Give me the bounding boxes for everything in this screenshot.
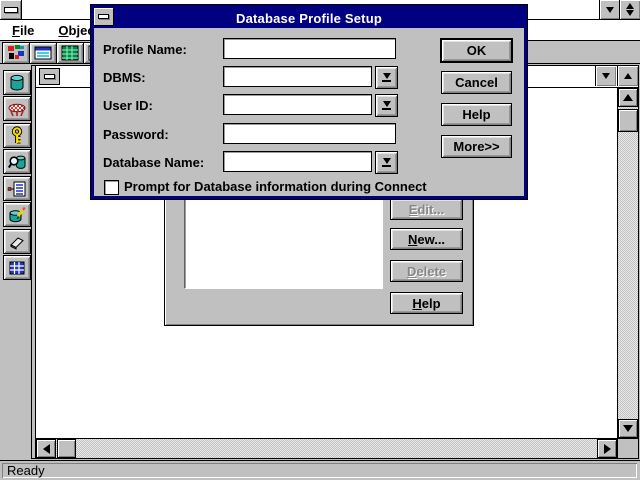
new-button[interactable]: New... <box>390 228 463 250</box>
help-button[interactable]: Help <box>441 103 512 126</box>
user-id-input[interactable] <box>223 94 372 115</box>
menu-file[interactable]: File <box>0 20 46 40</box>
child-maximize-icon <box>624 73 632 79</box>
datawindow-painter-icon <box>60 43 80 63</box>
vertical-scrollbar[interactable] <box>617 88 638 438</box>
profile-name-input[interactable] <box>223 38 396 59</box>
tables-icon <box>7 73 27 93</box>
restore-button[interactable] <box>619 0 640 19</box>
profiles-help-button[interactable]: Help <box>390 292 463 314</box>
dbms-input[interactable] <box>223 66 372 87</box>
child-minimize-icon <box>602 73 610 79</box>
database-name-label: Database Name: <box>103 155 204 170</box>
system-menu-icon <box>4 7 18 13</box>
horizontal-scrollbar[interactable] <box>36 438 617 458</box>
scroll-up-icon <box>623 94 633 101</box>
preview-data-icon <box>7 152 27 172</box>
dialog-titlebar[interactable]: Database Profile Setup <box>94 8 524 28</box>
window-painter-button[interactable] <box>29 42 57 64</box>
application-painter-button[interactable] <box>2 42 30 64</box>
password-label: Password: <box>103 127 169 142</box>
scrollbar-corner <box>617 438 638 458</box>
grid-icon <box>7 258 27 278</box>
dropdown-arrow-icon <box>382 101 391 110</box>
scroll-right-icon <box>604 444 611 454</box>
minimize-icon <box>606 7 614 13</box>
datawindow-painter-button[interactable] <box>56 42 84 64</box>
horizontal-scroll-thumb[interactable] <box>57 439 76 458</box>
scroll-left-button[interactable] <box>36 439 56 458</box>
user-id-label: User ID: <box>103 98 153 113</box>
edit-data-icon <box>7 205 27 225</box>
primary-key-icon <box>7 126 27 146</box>
grid-button[interactable] <box>3 255 31 280</box>
status-text: Ready <box>2 463 637 478</box>
child-system-menu-button[interactable] <box>39 68 60 85</box>
dialog-system-menu-button[interactable] <box>94 8 114 26</box>
more-button[interactable]: More>> <box>441 135 512 158</box>
restore-up-icon <box>626 3 634 9</box>
ok-button[interactable]: OK <box>441 39 512 62</box>
table-icon <box>7 99 27 119</box>
prompt-checkbox[interactable] <box>104 180 119 195</box>
scroll-left-icon <box>43 444 50 454</box>
dropdown-arrow-icon <box>382 158 391 167</box>
delete-button[interactable]: Delete <box>390 260 463 282</box>
scroll-down-button[interactable] <box>618 419 638 438</box>
user-id-dropdown-button[interactable] <box>375 94 398 117</box>
window-painter-icon <box>33 43 53 63</box>
tables-button[interactable] <box>3 70 31 95</box>
child-system-menu-icon <box>44 74 55 79</box>
dbms-dropdown-button[interactable] <box>375 66 398 89</box>
table-button[interactable] <box>3 96 31 121</box>
profile-name-label: Profile Name: <box>103 42 187 57</box>
scroll-down-icon <box>623 425 633 432</box>
database-name-input[interactable] <box>223 151 372 172</box>
dialog-system-menu-icon <box>98 14 109 19</box>
primary-key-button[interactable] <box>3 123 31 148</box>
index-button[interactable] <box>3 176 31 201</box>
vertical-scroll-thumb[interactable] <box>618 109 638 132</box>
preview-data-button[interactable] <box>3 149 31 174</box>
database-profile-setup-dialog: Database Profile Setup Profile Name: DBM… <box>90 4 528 200</box>
edit-button[interactable]: Edit... <box>390 198 463 220</box>
dbms-label: DBMS: <box>103 70 146 85</box>
restore-down-icon <box>626 10 634 16</box>
system-menu-button[interactable] <box>0 0 22 19</box>
database-name-dropdown-button[interactable] <box>375 151 398 174</box>
scroll-right-button[interactable] <box>597 439 617 458</box>
index-icon <box>7 179 27 199</box>
status-bar: Ready <box>0 460 640 480</box>
child-maximize-button[interactable] <box>617 66 638 86</box>
eraser-icon <box>7 232 27 252</box>
dropdown-arrow-icon <box>382 73 391 82</box>
dialog-title: Database Profile Setup <box>94 11 524 26</box>
cancel-button[interactable]: Cancel <box>441 71 512 94</box>
application-painter-icon <box>6 43 26 63</box>
prompt-checkbox-label: Prompt for Database information during C… <box>124 179 427 194</box>
drop-button[interactable] <box>3 229 31 254</box>
child-minimize-button[interactable] <box>595 66 616 86</box>
password-input[interactable] <box>223 123 396 144</box>
scroll-up-button[interactable] <box>618 88 638 107</box>
minimize-button[interactable] <box>599 0 620 19</box>
edit-data-button[interactable] <box>3 202 31 227</box>
